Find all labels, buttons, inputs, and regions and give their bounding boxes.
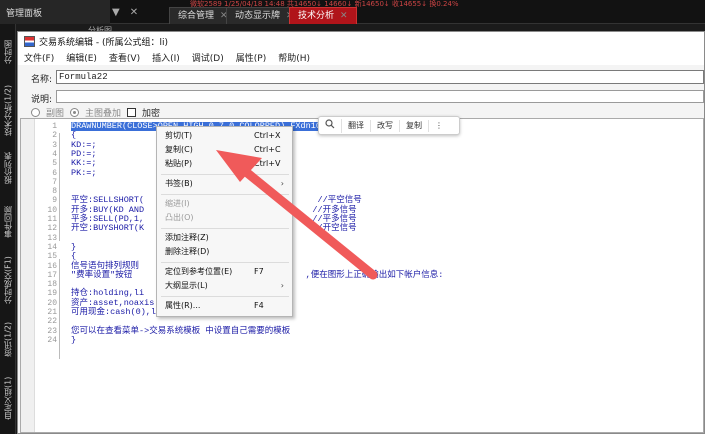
- name-input[interactable]: Formula22: [56, 70, 704, 84]
- dialog-title: 交易系统编辑 - (所属公式组：li): [39, 37, 168, 48]
- description-label: 说明:: [31, 95, 53, 105]
- menu-item-cut[interactable]: 剪切(T) Ctrl+X: [157, 129, 292, 143]
- menu-help[interactable]: 帮助(H): [278, 51, 310, 64]
- sidebar-item[interactable]: 事件回顾: [1, 200, 15, 244]
- menu-separator: [161, 296, 289, 297]
- line-number: 16: [47, 261, 57, 271]
- line-number: 11: [47, 215, 57, 224]
- sidebar-item[interactable]: 分时图: [1, 30, 15, 74]
- line-number: 20: [47, 298, 57, 308]
- menu-item-copy[interactable]: 复制(C) Ctrl+C: [157, 143, 292, 157]
- fold-guide: [59, 259, 60, 359]
- menu-file[interactable]: 文件(F): [24, 51, 54, 64]
- dialog-titlebar: 交易系统编辑 - (所属公式组：li): [18, 32, 704, 50]
- translate-button[interactable]: 翻译: [342, 119, 371, 132]
- tab-technical-analysis[interactable]: 技术分析 ✕: [289, 7, 357, 24]
- sidebar-item[interactable]: 资讯(1/2): [1, 316, 15, 362]
- sidebar-item[interactable]: 分时成交(F1): [1, 252, 15, 308]
- dropdown-icon[interactable]: ▼: [112, 7, 120, 18]
- fold-guide: [59, 133, 60, 241]
- floating-text-toolbar: 翻译 改写 复制 ⋮: [318, 116, 460, 135]
- menu-item-paste[interactable]: 粘贴(P) Ctrl+V: [157, 157, 292, 171]
- menu-item-outdent: 凸出(O): [165, 213, 194, 222]
- menu-separator: [161, 228, 289, 229]
- line-number: 4: [52, 149, 57, 159]
- panel-label[interactable]: 管理面板: [0, 0, 110, 24]
- menu-item-bookmark[interactable]: 书签(B) ›: [157, 177, 292, 191]
- menu-separator: [161, 174, 289, 175]
- sidebar-item[interactable]: 报价列表: [1, 146, 15, 190]
- copy-button[interactable]: 复制: [400, 119, 429, 132]
- vertical-sidebar: 分时图 技术分析(1/2) 报价列表 事件回顾 分时成交(F1) 资讯(1/2)…: [0, 24, 16, 434]
- code-line[interactable]: {: [71, 252, 76, 261]
- line-number: 8: [52, 187, 57, 197]
- code-editor[interactable]: 1DRAWNUMBER(CLOSE>OPEN,HIGH,0.7,0,COLORR…: [20, 118, 704, 433]
- menu-item-goto-reference[interactable]: 定位到参考位置(E) F7: [157, 265, 292, 279]
- menu-debug[interactable]: 调试(D): [192, 51, 224, 64]
- line-number: 24: [47, 335, 57, 345]
- menu-separator: [161, 194, 289, 195]
- formula-editor-dialog: 交易系统编辑 - (所属公式组：li) 文件(F) 编辑(E) 查看(V) 插入…: [17, 31, 705, 434]
- menu-properties[interactable]: 属性(P): [236, 51, 266, 64]
- menu-bar: 文件(F) 编辑(E) 查看(V) 插入(I) 调试(D) 属性(P) 帮助(H…: [18, 50, 704, 65]
- sidebar-item[interactable]: 技术分析(1/2): [1, 82, 15, 138]
- line-number: 23: [47, 326, 57, 336]
- line-number: 13: [47, 233, 57, 243]
- line-number: 17: [47, 270, 57, 280]
- sidebar-item[interactable]: 自定义组(1): [1, 370, 15, 426]
- top-toolbar: 管理面板 ▼ ✕ 微软2589 1/25/04/18 14:48 共14650↓…: [0, 0, 705, 35]
- menu-item-add-comment[interactable]: 添加注释(Z): [157, 231, 292, 245]
- name-label: 名称:: [31, 75, 53, 85]
- line-number: 5: [52, 159, 57, 169]
- line-number: 7: [52, 177, 57, 187]
- line-number: 6: [52, 168, 57, 178]
- menu-edit[interactable]: 编辑(E): [66, 51, 97, 64]
- menu-separator: [161, 262, 289, 263]
- line-number: 1: [52, 122, 57, 131]
- toolbar-tools: ▼ ✕: [112, 0, 138, 24]
- line-number: 3: [52, 140, 57, 150]
- search-icon[interactable]: [319, 118, 342, 133]
- line-number: 15: [47, 252, 57, 262]
- code-line[interactable]: KK:=;: [71, 159, 97, 168]
- submenu-arrow-icon: ›: [280, 179, 284, 188]
- more-icon[interactable]: ⋮: [429, 120, 449, 132]
- main-overlay-radio[interactable]: [70, 108, 80, 117]
- menu-item-remove-comment[interactable]: 删除注释(D): [157, 245, 292, 259]
- description-input[interactable]: [56, 90, 704, 103]
- code-line[interactable]: 您可以在查看菜单->交易系统模板 中设置自己需要的模板: [71, 326, 290, 336]
- close-icon[interactable]: ✕: [130, 7, 138, 18]
- line-number: 21: [47, 308, 57, 317]
- tab-close-icon[interactable]: ✕: [340, 11, 348, 21]
- context-menu: 剪切(T) Ctrl+X 复制(C) Ctrl+C 粘贴(P) Ctrl+V 书签(B…: [156, 126, 293, 317]
- line-number: 14: [47, 242, 57, 252]
- editor-gutter: [21, 119, 35, 432]
- code-line[interactable]: }: [71, 335, 76, 345]
- line-number: 2: [52, 131, 57, 141]
- sub-chart-radio[interactable]: [31, 108, 40, 117]
- code-line[interactable]: PK:=;: [71, 168, 97, 178]
- line-number: 10: [47, 205, 57, 215]
- encrypt-checkbox[interactable]: [127, 108, 137, 117]
- menu-insert[interactable]: 插入(I): [152, 51, 180, 64]
- menu-item-outline[interactable]: 大纲显示(L) ›: [157, 279, 292, 293]
- app-icon: [24, 35, 35, 47]
- code-line[interactable]: {: [71, 131, 76, 140]
- line-number: 9: [52, 196, 57, 206]
- submenu-arrow-icon: ›: [280, 281, 284, 290]
- rewrite-button[interactable]: 改写: [371, 119, 400, 132]
- menu-item-indent: 缩进(I): [165, 199, 190, 208]
- line-number: 19: [47, 289, 57, 299]
- line-number: 12: [47, 224, 57, 234]
- menu-item-properties[interactable]: 属性(R)... F4: [157, 299, 292, 313]
- line-number: 18: [47, 280, 57, 290]
- menu-view[interactable]: 查看(V): [109, 51, 140, 64]
- line-number: 22: [47, 317, 57, 327]
- app-window: 管理面板 ▼ ✕ 微软2589 1/25/04/18 14:48 共14650↓…: [0, 0, 705, 434]
